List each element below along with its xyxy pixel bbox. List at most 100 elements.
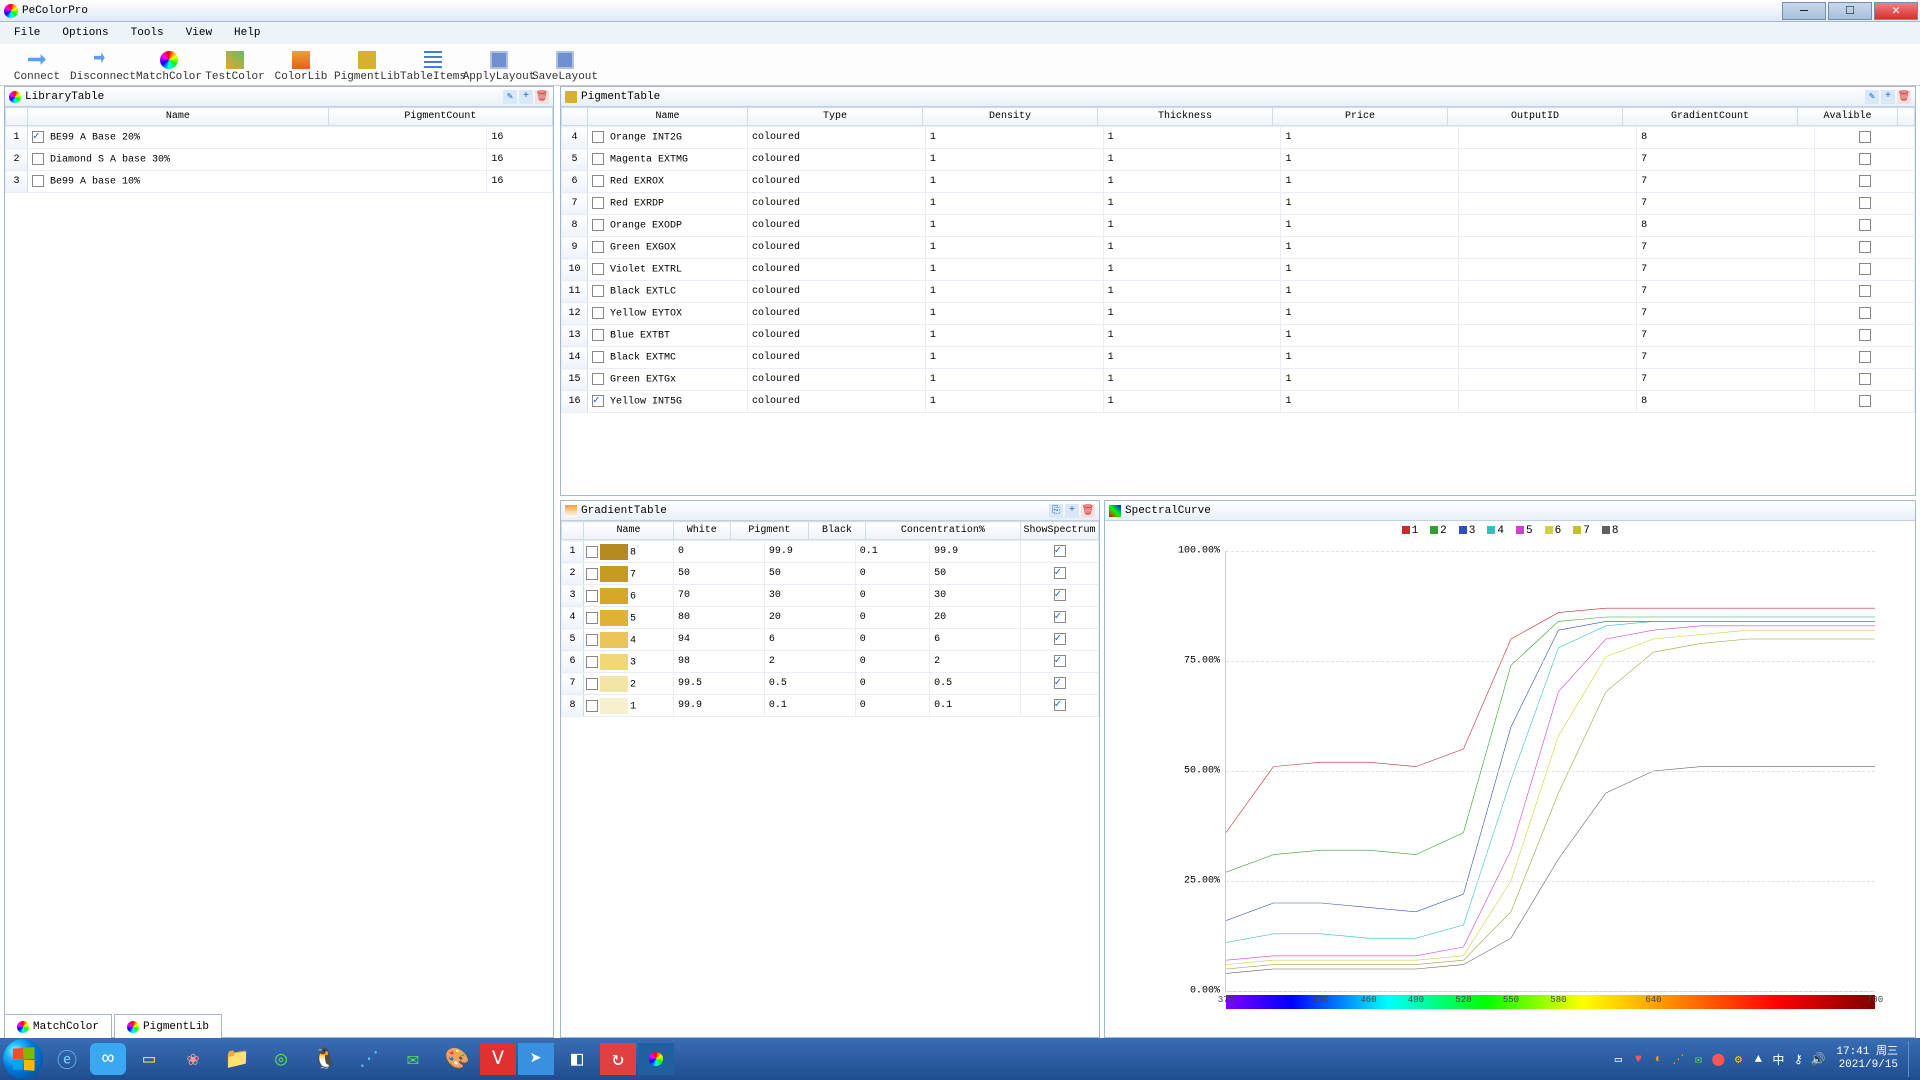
row-checkbox[interactable] <box>32 175 44 187</box>
col-pigmentcount[interactable]: PigmentCount <box>328 108 552 126</box>
legend-item[interactable]: 3 <box>1459 525 1476 537</box>
available-checkbox[interactable] <box>1859 241 1871 253</box>
table-row[interactable]: 367030030 <box>562 585 1099 607</box>
taskbar-qq[interactable]: 🐧 <box>304 1041 346 1077</box>
tool-disconnect[interactable]: Disconnect <box>70 45 136 85</box>
table-row[interactable]: 16 Yellow INT5Gcoloured1118 <box>562 391 1915 413</box>
table-row[interactable]: 18099.90.199.9 <box>562 541 1099 563</box>
tool-testcolor[interactable]: TestColor <box>202 45 268 85</box>
taskbar-wifi[interactable]: ⋰ <box>348 1041 390 1077</box>
table-row[interactable]: 5 Magenta EXTMGcoloured1117 <box>562 149 1915 171</box>
maximize-button[interactable]: □ <box>1828 2 1872 20</box>
row-checkbox[interactable] <box>586 568 598 580</box>
menu-file[interactable]: File <box>4 25 50 41</box>
taskbar-paint[interactable]: 🎨 <box>436 1041 478 1077</box>
row-checkbox[interactable] <box>592 219 604 231</box>
pigment-edit-button[interactable]: ✎ <box>1865 90 1879 104</box>
menu-tools[interactable]: Tools <box>121 25 174 41</box>
tab-matchcolor[interactable]: MatchColor <box>4 1014 112 1038</box>
available-checkbox[interactable] <box>1859 131 1871 143</box>
taskbar-app2[interactable]: ❀ <box>172 1041 214 1077</box>
tray-icon[interactable]: ⚙ <box>1730 1051 1746 1067</box>
tool-applylayout[interactable]: ApplyLayout <box>466 45 532 85</box>
legend-item[interactable]: 1 <box>1402 525 1419 537</box>
table-row[interactable]: 1 BE99 A Base 20%16 <box>6 127 553 149</box>
table-row[interactable]: 7 Red EXRDPcoloured1117 <box>562 193 1915 215</box>
tray-icon[interactable]: ⬤ <box>1710 1051 1726 1067</box>
row-checkbox[interactable] <box>592 395 604 407</box>
show-checkbox[interactable] <box>1054 655 1066 667</box>
tray-icon[interactable]: ✉ <box>1690 1051 1706 1067</box>
table-row[interactable]: 7299.50.500.5 <box>562 673 1099 695</box>
taskbar-browser[interactable]: ◎ <box>260 1041 302 1077</box>
library-delete-button[interactable]: 🗑 <box>535 90 549 104</box>
row-checkbox[interactable] <box>586 634 598 646</box>
row-checkbox[interactable] <box>592 263 604 275</box>
row-checkbox[interactable] <box>592 131 604 143</box>
tray-icon[interactable]: ▭ <box>1610 1051 1626 1067</box>
row-checkbox[interactable] <box>32 131 44 143</box>
taskbar-app6[interactable]: ↻ <box>600 1043 636 1075</box>
col-showspectrum[interactable]: ShowSpectrum <box>1021 522 1099 540</box>
show-checkbox[interactable] <box>1054 567 1066 579</box>
available-checkbox[interactable] <box>1859 307 1871 319</box>
col-name[interactable]: Name <box>588 108 748 126</box>
taskbar-explorer[interactable]: ▭ <box>128 1041 170 1077</box>
table-row[interactable]: 9 Green EXGOXcoloured1117 <box>562 237 1915 259</box>
legend-item[interactable]: 5 <box>1516 525 1533 537</box>
show-checkbox[interactable] <box>1054 589 1066 601</box>
row-checkbox[interactable] <box>586 700 598 712</box>
gradient-delete-button[interactable]: 🗑 <box>1081 504 1095 518</box>
start-button[interactable] <box>2 1041 44 1077</box>
row-checkbox[interactable] <box>32 153 44 165</box>
taskbar-wechat[interactable]: ✉ <box>392 1041 434 1077</box>
col-black[interactable]: Black <box>809 522 866 540</box>
available-checkbox[interactable] <box>1859 175 1871 187</box>
gradient-copy-button[interactable]: ⎘ <box>1049 504 1063 518</box>
tray-lang[interactable]: 中 <box>1770 1051 1786 1067</box>
available-checkbox[interactable] <box>1859 219 1871 231</box>
table-row[interactable]: 11 Black EXTLCcoloured1117 <box>562 281 1915 303</box>
available-checkbox[interactable] <box>1859 263 1871 275</box>
library-edit-button[interactable]: ✎ <box>503 90 517 104</box>
pigment-delete-button[interactable]: 🗑 <box>1897 90 1911 104</box>
tool-connect[interactable]: Connect <box>4 45 70 85</box>
legend-item[interactable]: 7 <box>1573 525 1590 537</box>
table-row[interactable]: 13 Blue EXTBTcoloured1117 <box>562 325 1915 347</box>
menu-options[interactable]: Options <box>52 25 118 41</box>
row-checkbox[interactable] <box>586 656 598 668</box>
available-checkbox[interactable] <box>1859 395 1871 407</box>
col-density[interactable]: Density <box>923 108 1098 126</box>
legend-item[interactable]: 6 <box>1545 525 1562 537</box>
available-checkbox[interactable] <box>1859 373 1871 385</box>
row-checkbox[interactable] <box>592 175 604 187</box>
available-checkbox[interactable] <box>1859 153 1871 165</box>
show-checkbox[interactable] <box>1054 545 1066 557</box>
taskbar-clock[interactable]: 17:41 周三 2021/9/15 <box>1830 1046 1904 1072</box>
available-checkbox[interactable] <box>1859 285 1871 297</box>
col-outputid[interactable]: OutputID <box>1448 108 1623 126</box>
menu-view[interactable]: View <box>176 25 222 41</box>
col-type[interactable]: Type <box>748 108 923 126</box>
row-checkbox[interactable] <box>586 590 598 602</box>
tab-pigmentlib[interactable]: PigmentLib <box>114 1014 222 1038</box>
show-checkbox[interactable] <box>1054 677 1066 689</box>
row-checkbox[interactable] <box>592 241 604 253</box>
table-row[interactable]: 5494606 <box>562 629 1099 651</box>
tool-savelayout[interactable]: SaveLayout <box>532 45 598 85</box>
row-checkbox[interactable] <box>586 612 598 624</box>
row-checkbox[interactable] <box>586 546 598 558</box>
available-checkbox[interactable] <box>1859 351 1871 363</box>
tray-volume-icon[interactable]: 🔊 <box>1810 1051 1826 1067</box>
col-thickness[interactable]: Thickness <box>1098 108 1273 126</box>
col-pigment[interactable]: Pigment <box>730 522 809 540</box>
show-desktop-button[interactable] <box>1908 1041 1918 1077</box>
col-gradientcount[interactable]: GradientCount <box>1623 108 1798 126</box>
taskbar-app5[interactable]: ◧ <box>556 1041 598 1077</box>
taskbar-app3[interactable]: V <box>480 1043 516 1075</box>
tray-icon[interactable]: ⋰ <box>1670 1051 1686 1067</box>
col-name[interactable]: Name <box>28 108 329 126</box>
minimize-button[interactable]: — <box>1782 2 1826 20</box>
row-checkbox[interactable] <box>592 197 604 209</box>
taskbar-ie[interactable]: ⓔ <box>46 1041 88 1077</box>
